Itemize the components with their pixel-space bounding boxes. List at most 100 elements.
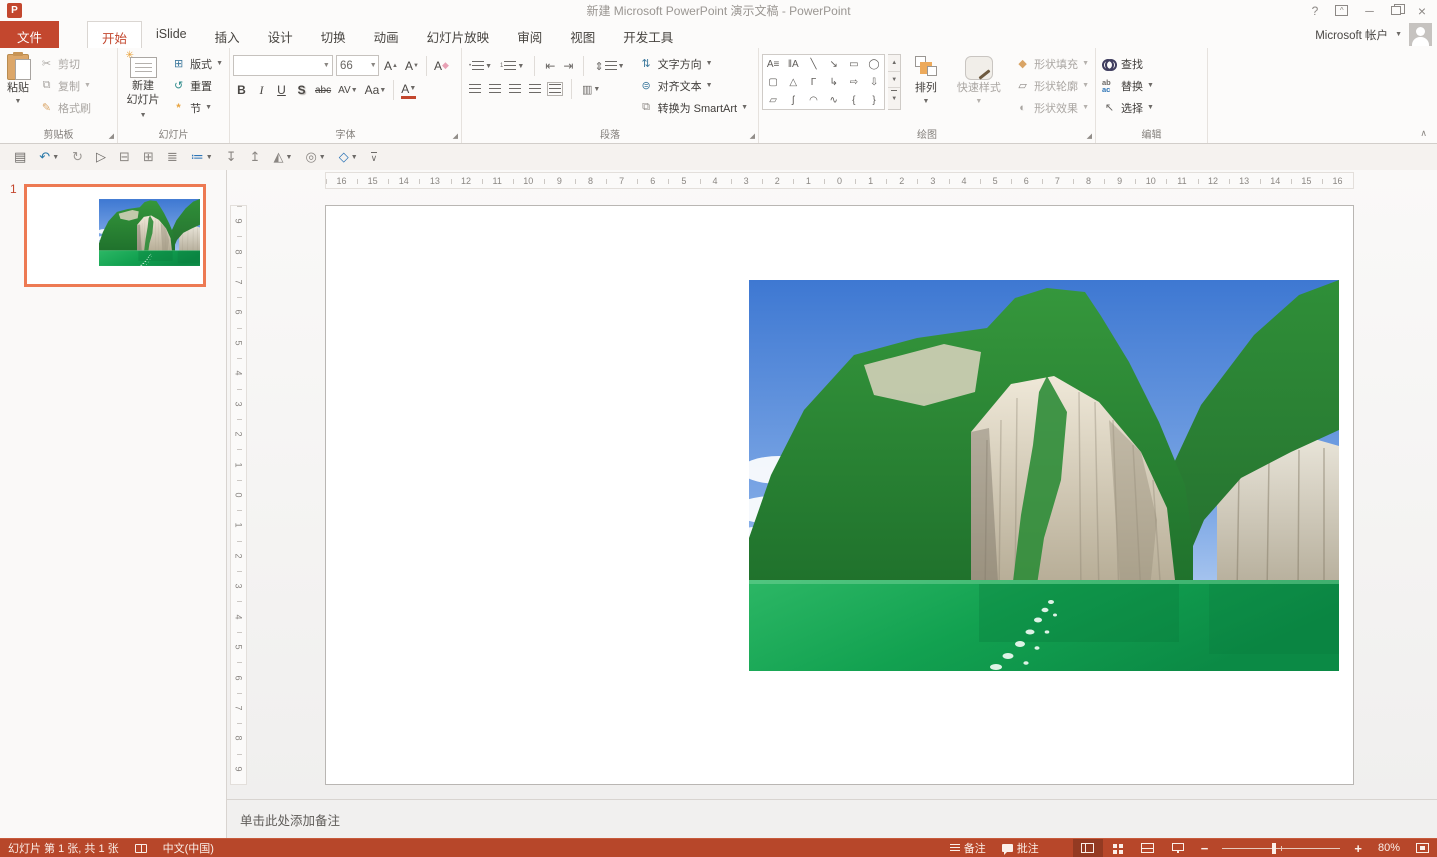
font-size-input[interactable] bbox=[337, 59, 369, 72]
change-case-button[interactable]: Aa ▼ bbox=[363, 80, 389, 100]
line-shape[interactable]: ╲ bbox=[803, 55, 823, 73]
numbering-button[interactable]: 1 ▼ bbox=[500, 61, 524, 71]
align-left-button[interactable] bbox=[469, 84, 481, 94]
gallery-more-icon[interactable]: ▼ bbox=[891, 90, 898, 107]
vertical-ruler[interactable]: 9876543210123456789 bbox=[230, 205, 247, 785]
slide-thumbnail[interactable] bbox=[24, 184, 206, 287]
copy-button[interactable]: ⧉ 复制 ▼ bbox=[36, 75, 94, 96]
down-arrow-shape[interactable]: ⇩ bbox=[864, 73, 884, 91]
slideshow-view-button[interactable] bbox=[1163, 839, 1193, 857]
align-right-button[interactable] bbox=[509, 84, 521, 94]
grow-font-button[interactable]: A ▲ bbox=[382, 56, 400, 76]
text-direction-button[interactable]: ⇅ 文字方向 ▼ bbox=[636, 53, 751, 74]
text-shadow-button[interactable]: S bbox=[293, 80, 310, 100]
drawing-dialog-launcher-icon[interactable]: ◢ bbox=[1087, 133, 1092, 140]
right-brace-shape[interactable]: } bbox=[864, 91, 884, 109]
align-center-icon[interactable]: ⊟ bbox=[113, 146, 136, 168]
scribble-shape[interactable]: ʃ bbox=[783, 91, 803, 109]
align-center-button[interactable] bbox=[489, 84, 501, 94]
paragraph-dialog-launcher-icon[interactable]: ◢ bbox=[750, 133, 755, 140]
cut-button[interactable]: ✂ 剪切 bbox=[36, 53, 94, 74]
font-size-combo[interactable]: ▼ bbox=[336, 55, 379, 76]
rectangle-shape[interactable]: ▭ bbox=[844, 55, 864, 73]
chevron-down-icon[interactable]: ▼ bbox=[369, 56, 378, 75]
gallery-scroll-up-icon[interactable]: ▲ bbox=[888, 55, 900, 71]
freeform-shape[interactable]: ▱ bbox=[763, 91, 783, 109]
rounded-rectangle-shape[interactable]: ▢ bbox=[763, 73, 783, 91]
zoom-slider-handle[interactable] bbox=[1271, 842, 1276, 854]
distribute-button[interactable] bbox=[547, 82, 563, 96]
qat-overflow-icon[interactable]: ∨ bbox=[365, 146, 384, 168]
language-button[interactable]: 中文(中国) bbox=[155, 839, 222, 857]
strikethrough-button[interactable]: abc bbox=[313, 80, 333, 100]
tab-插入[interactable]: 插入 bbox=[201, 21, 254, 48]
zoom-in-button[interactable]: + bbox=[1346, 839, 1370, 857]
close-icon[interactable]: × bbox=[1418, 3, 1426, 19]
start-slideshow-icon[interactable]: ▷ bbox=[90, 146, 112, 168]
tab-审阅[interactable]: 审阅 bbox=[503, 21, 556, 48]
columns-button[interactable]: ▥ ▼ bbox=[582, 83, 600, 96]
clipboard-dialog-launcher-icon[interactable]: ◢ bbox=[109, 133, 114, 140]
right-arrow-shape[interactable]: ⇨ bbox=[844, 73, 864, 91]
line-spacing-button[interactable]: ⇕ ▼ bbox=[594, 60, 624, 73]
gallery-scroll-down-icon[interactable]: ▼ bbox=[888, 70, 901, 89]
tab-设计[interactable]: 设计 bbox=[254, 21, 307, 48]
tab-视图[interactable]: 视图 bbox=[556, 21, 609, 48]
bold-button[interactable]: B bbox=[233, 80, 250, 100]
account-area[interactable]: Microsoft 帐户 ▼ bbox=[1315, 23, 1432, 46]
mountain-lake-picture[interactable] bbox=[749, 280, 1339, 671]
convert-smartart-button[interactable]: ⧉ 转换为 SmartArt ▼ bbox=[636, 97, 751, 118]
comments-toggle-button[interactable]: 批注 bbox=[994, 839, 1047, 857]
tab-动画[interactable]: 动画 bbox=[360, 21, 413, 48]
save-icon[interactable]: ▤ bbox=[8, 146, 32, 168]
bullets-button[interactable]: • ▼ bbox=[469, 61, 492, 71]
font-color-button[interactable]: A ▼ bbox=[399, 80, 418, 100]
distribute-icon[interactable]: ≣ bbox=[161, 146, 184, 168]
curve-shape[interactable]: ∿ bbox=[824, 91, 844, 109]
character-spacing-button[interactable]: AV ▼ bbox=[336, 80, 360, 100]
tab-iSlide[interactable]: iSlide bbox=[142, 21, 201, 48]
merge-shapes-icon[interactable]: ◎ ▼ bbox=[299, 146, 331, 168]
format-painter-button[interactable]: ✎ 格式刷 bbox=[36, 97, 94, 118]
layout-button[interactable]: ⊞ 版式 ▼ bbox=[168, 53, 226, 74]
zoom-slider[interactable] bbox=[1222, 842, 1341, 854]
shape-fill-button[interactable]: ◆ 形状填充 ▼ bbox=[1012, 53, 1092, 74]
slide-sorter-view-button[interactable] bbox=[1103, 839, 1133, 857]
select-button[interactable]: ↖ 选择 ▼ bbox=[1099, 97, 1157, 118]
slide-canvas[interactable] bbox=[325, 205, 1354, 785]
tab-开发工具[interactable]: 开发工具 bbox=[609, 21, 687, 48]
shape-outline-button[interactable]: ▱ 形状轮廓 ▼ bbox=[1012, 75, 1092, 96]
undo-icon[interactable]: ↶ ▼ bbox=[33, 146, 65, 168]
ribbon-display-options-icon[interactable]: ^ bbox=[1335, 5, 1349, 16]
triangle-shape[interactable]: △ bbox=[783, 73, 803, 91]
zoom-level[interactable]: 80% bbox=[1370, 839, 1408, 857]
tab-幻灯片放映[interactable]: 幻灯片放映 bbox=[413, 21, 504, 48]
chevron-down-icon[interactable]: ▼ bbox=[321, 56, 332, 75]
fit-to-window-button[interactable] bbox=[1408, 839, 1437, 857]
arrange-button[interactable]: 排列 ▼ bbox=[904, 52, 947, 128]
reading-view-button[interactable] bbox=[1133, 839, 1163, 857]
tab-file[interactable]: 文件 bbox=[0, 21, 60, 48]
oval-shape[interactable]: ◯ bbox=[864, 55, 884, 73]
reset-button[interactable]: ↺ 重置 bbox=[168, 75, 226, 96]
slide-counter[interactable]: 幻灯片 第 1 张, 共 1 张 bbox=[0, 839, 127, 857]
spell-check-button[interactable] bbox=[127, 839, 155, 857]
notes-toggle-button[interactable]: 备注 bbox=[942, 839, 994, 857]
clear-formatting-button[interactable]: A ◆ bbox=[432, 56, 451, 76]
elbow-connector-shape[interactable]: Γ bbox=[803, 73, 823, 91]
decrease-indent-button[interactable]: ⇤ bbox=[545, 59, 555, 73]
section-button[interactable]: * 节 ▼ bbox=[168, 97, 226, 118]
text-box-shape[interactable]: A≡ bbox=[763, 55, 783, 73]
redo-icon[interactable]: ↻ bbox=[66, 146, 89, 168]
arrow-shape[interactable]: ↘ bbox=[824, 55, 844, 73]
vertical-text-box-shape[interactable]: ‖A bbox=[783, 55, 803, 73]
horizontal-ruler[interactable]: 16 15 14 13 12 11 10 9 8 7 6 5 4 3 2 1 0 1 2 3 4 5 6 7 8 9 10 11 12 1… bbox=[325, 172, 1354, 189]
replace-button[interactable]: ab ac 替换 ▼ bbox=[1099, 75, 1157, 96]
shape-effects-button[interactable]: ◐ 形状效果 ▼ bbox=[1012, 97, 1092, 118]
zoom-out-button[interactable]: − bbox=[1193, 839, 1217, 857]
align-text-button[interactable]: ⊜ 对齐文本 ▼ bbox=[636, 75, 751, 96]
minimize-icon[interactable]: ─ bbox=[1365, 4, 1374, 18]
font-name-combo[interactable]: ▼ bbox=[233, 55, 333, 76]
increase-indent-button[interactable]: ⇥ bbox=[563, 59, 573, 73]
align-middle-icon[interactable]: ⊞ bbox=[137, 146, 160, 168]
